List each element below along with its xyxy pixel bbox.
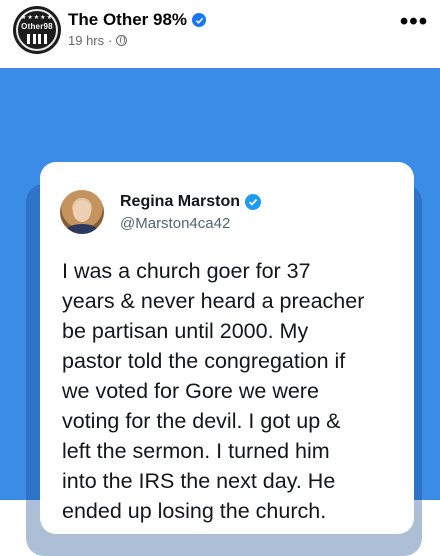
page-name-row: The Other 98% — [68, 10, 207, 30]
page-avatar[interactable]: ★★★★★ Other98 — [13, 6, 61, 54]
tweet-card: Regina Marston @Marston4ca42 I was a chu… — [40, 162, 414, 534]
author-name-row: Regina Marston — [120, 193, 262, 211]
more-options-icon: ••• — [399, 8, 429, 35]
avatar-logo-text: Other98 — [21, 22, 53, 31]
avatar-stars: ★★★★★ — [21, 15, 53, 21]
more-options-button[interactable]: ••• — [398, 10, 430, 34]
author-avatar — [60, 190, 104, 234]
post-timestamp[interactable]: 19 hrs — [68, 33, 104, 48]
post-image[interactable]: Regina Marston @Marston4ca42 I was a chu… — [0, 68, 440, 556]
meta-separator: · — [108, 33, 113, 48]
verified-badge-icon — [192, 13, 207, 27]
avatar-bars — [27, 34, 47, 44]
post-header: ★★★★★ Other98 The Other 98% 19 hrs · ••• — [0, 0, 440, 68]
globe-icon — [116, 35, 128, 46]
author-verified-icon — [245, 194, 262, 210]
author-handle: @Marston4ca42 — [120, 215, 231, 232]
tweet-text: I was a church goer for 37 years & never… — [62, 259, 365, 523]
author-name: Regina Marston — [120, 193, 241, 210]
post-meta: 19 hrs · — [68, 33, 128, 48]
page-name[interactable]: The Other 98% — [68, 10, 187, 30]
